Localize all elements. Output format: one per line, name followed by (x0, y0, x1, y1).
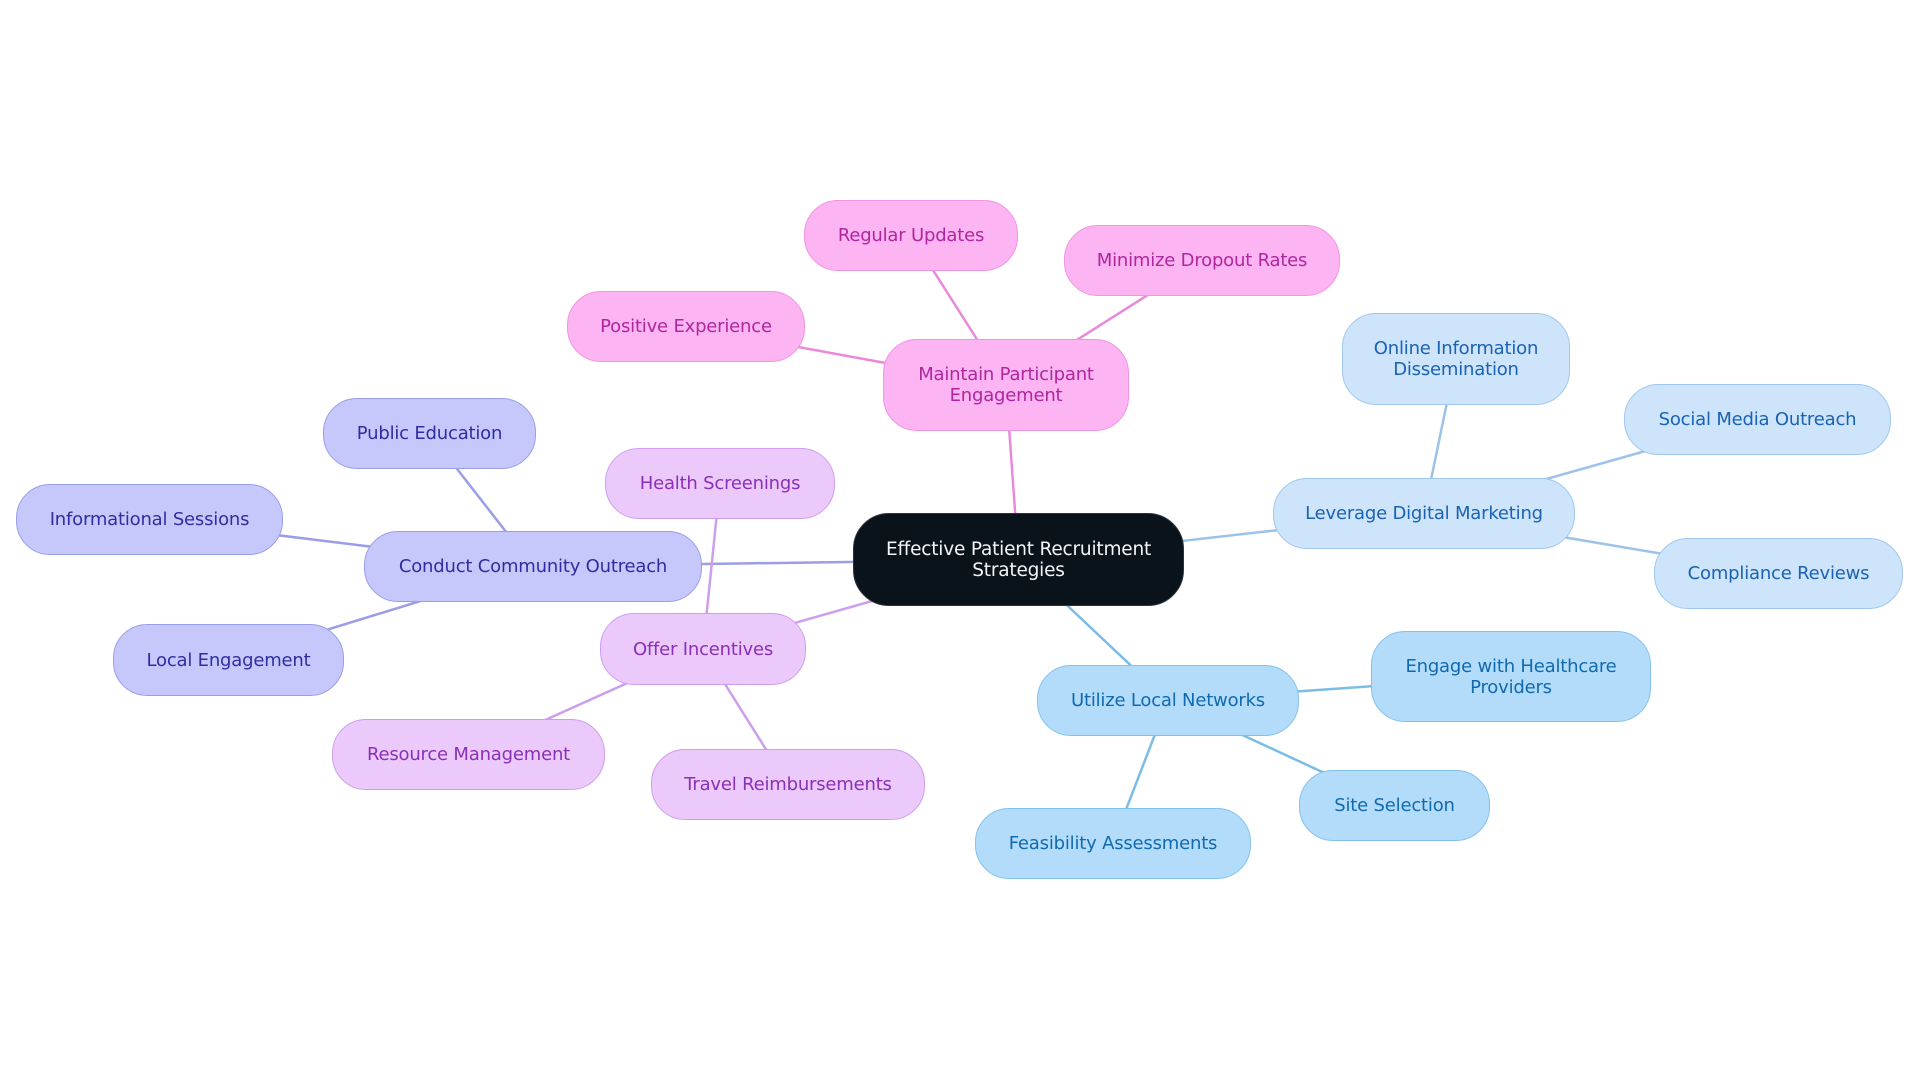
leaf-node-label: Minimize Dropout Rates (1096, 250, 1308, 271)
branch-node-incentives[interactable]: Offer Incentives (600, 613, 806, 685)
leaf-node-informational-sessions[interactable]: Informational Sessions (16, 484, 283, 555)
branch-node-label: Utilize Local Networks (1071, 690, 1265, 711)
leaf-node-healthcare-providers[interactable]: Engage with Healthcare Providers (1371, 631, 1651, 722)
leaf-node-resource-management[interactable]: Resource Management (332, 719, 605, 790)
leaf-node-feasibility[interactable]: Feasibility Assessments (975, 808, 1251, 879)
leaf-node-label: Social Media Outreach (1658, 409, 1857, 430)
leaf-node-local-engagement[interactable]: Local Engagement (113, 624, 344, 696)
leaf-node-health-screenings[interactable]: Health Screenings (605, 448, 835, 519)
leaf-node-public-education[interactable]: Public Education (323, 398, 536, 469)
leaf-node-label: Resource Management (366, 744, 571, 765)
leaf-node-label: Local Engagement (146, 649, 311, 671)
leaf-node-social-media[interactable]: Social Media Outreach (1624, 384, 1891, 455)
leaf-node-label: Health Screenings (639, 473, 801, 494)
leaf-node-label: Compliance Reviews (1687, 563, 1870, 584)
leaf-node-online-info[interactable]: Online Information Dissemination (1342, 313, 1570, 405)
leaf-node-label: Online Information Dissemination (1373, 338, 1539, 380)
branch-node-local-networks[interactable]: Utilize Local Networks (1037, 665, 1299, 736)
leaf-node-positive-experience[interactable]: Positive Experience (567, 291, 805, 362)
branch-node-community[interactable]: Conduct Community Outreach (364, 531, 702, 602)
leaf-node-site-selection[interactable]: Site Selection (1299, 770, 1490, 841)
branch-node-label: Maintain Participant Engagement (918, 364, 1094, 406)
branch-node-digital[interactable]: Leverage Digital Marketing (1273, 478, 1575, 549)
leaf-node-label: Travel Reimbursements (684, 774, 892, 795)
leaf-node-compliance[interactable]: Compliance Reviews (1654, 538, 1903, 609)
leaf-node-minimize-dropout[interactable]: Minimize Dropout Rates (1064, 225, 1340, 296)
branch-node-label: Leverage Digital Marketing (1305, 503, 1543, 524)
leaf-node-label: Informational Sessions (49, 509, 250, 530)
leaf-node-label: Engage with Healthcare Providers (1405, 655, 1617, 698)
branch-node-label: Offer Incentives (632, 638, 774, 660)
root-node[interactable]: Effective Patient Recruitment Strategies (853, 513, 1184, 606)
root-node-label: Effective Patient Recruitment Strategies (885, 538, 1152, 581)
leaf-node-label: Feasibility Assessments (1008, 833, 1218, 854)
leaf-node-label: Regular Updates (837, 225, 985, 246)
leaf-node-regular-updates[interactable]: Regular Updates (804, 200, 1018, 271)
branch-node-label: Conduct Community Outreach (398, 556, 668, 577)
leaf-node-label: Public Education (356, 423, 503, 444)
leaf-node-label: Positive Experience (600, 316, 772, 337)
leaf-node-label: Site Selection (1334, 795, 1455, 816)
branch-node-engagement[interactable]: Maintain Participant Engagement (883, 339, 1129, 431)
leaf-node-travel-reimbursements[interactable]: Travel Reimbursements (651, 749, 925, 820)
